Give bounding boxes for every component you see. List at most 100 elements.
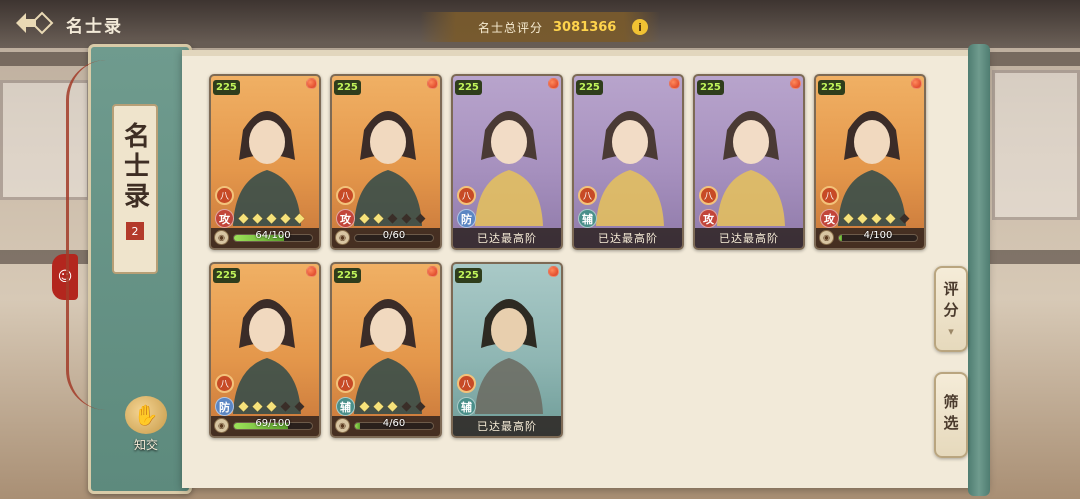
hero-card[interactable]: 225 八攻 ◆ ◆ ◆ ◆ ◆ ◉ 0/60 <box>330 74 442 250</box>
level-badge: 225 <box>334 80 361 95</box>
star-filled-icon: ◆ <box>359 398 370 414</box>
max-rank-text: 已达最高阶 <box>598 232 658 245</box>
level-badge: 225 <box>213 80 240 95</box>
fragment-progress-text: 4/100 <box>863 230 893 241</box>
star-filled-icon: ◆ <box>857 210 868 226</box>
star-rating: ◆ ◆ ◆ ◆ ◆ <box>237 210 306 226</box>
fragment-icon: ◉ <box>335 230 350 245</box>
info-icon[interactable]: i <box>632 19 648 35</box>
filter-label: 筛选 <box>941 394 960 436</box>
top-bar: 名士录 名士总评分 3081366 i <box>0 0 1080 48</box>
star-empty-icon: ◆ <box>401 210 412 226</box>
hero-card[interactable]: 225 八辅已达最高阶 <box>572 74 684 250</box>
faction-emblem-icon: 八 <box>578 186 597 205</box>
max-rank-text: 已达最高阶 <box>477 420 537 433</box>
star-filled-icon: ◆ <box>238 398 249 414</box>
hero-portrait <box>233 299 301 414</box>
hero-card[interactable]: 225 八辅已达最高阶 <box>451 262 563 438</box>
banner-title: 名士录 <box>119 122 150 212</box>
card-status-bar: 已达最高阶 <box>453 416 561 436</box>
role-badge: 辅 <box>578 209 597 228</box>
notification-dot-icon <box>548 266 559 277</box>
level-badge: 225 <box>455 268 482 283</box>
banner-seal: 2 <box>126 222 144 240</box>
star-empty-icon: ◆ <box>415 398 426 414</box>
level-badge: 225 <box>576 80 603 95</box>
card-status-bar: 已达最高阶 <box>695 228 803 248</box>
scroll-rod <box>968 44 990 496</box>
hero-portrait <box>838 111 906 226</box>
level-badge: 225 <box>455 80 482 95</box>
faction-emblem-icon: 八 <box>215 186 234 205</box>
star-filled-icon: ◆ <box>359 210 370 226</box>
hero-portrait <box>354 299 422 414</box>
role-badge: 攻 <box>699 209 718 228</box>
faction-emblem-icon: 八 <box>457 186 476 205</box>
star-rating: ◆ ◆ ◆ ◆ ◆ <box>237 398 306 414</box>
fragment-progress-text: 4/60 <box>382 418 406 429</box>
fragment-progress-text: 69/100 <box>255 418 291 429</box>
faction-emblem-icon: 八 <box>820 186 839 205</box>
star-rating: ◆ ◆ ◆ ◆ ◆ <box>842 210 911 226</box>
fragment-icon: ◉ <box>335 418 350 433</box>
max-rank-text: 已达最高阶 <box>477 232 537 245</box>
sort-by-score-button[interactable]: 评分 ▾ <box>934 266 968 352</box>
zhijiao-button[interactable]: ✋ 知交 <box>118 396 174 456</box>
level-badge: 225 <box>213 268 240 283</box>
faction-emblem-icon: 八 <box>699 186 718 205</box>
background-window <box>992 70 1080 220</box>
role-badge: 攻 <box>336 209 355 228</box>
hero-card[interactable]: 225 八攻 ◆ ◆ ◆ ◆ ◆ ◉ 4/100 <box>814 74 926 250</box>
star-filled-icon: ◆ <box>266 210 277 226</box>
star-rating: ◆ ◆ ◆ ◆ ◆ <box>358 398 427 414</box>
faction-emblem-icon: 八 <box>336 374 355 393</box>
notification-dot-icon <box>548 78 559 89</box>
level-badge: 225 <box>818 80 845 95</box>
notification-dot-icon <box>790 78 801 89</box>
star-filled-icon: ◆ <box>373 398 384 414</box>
banner-tag: 名士录 2 <box>112 104 158 274</box>
handshake-icon: ✋ <box>125 396 167 434</box>
star-filled-icon: ◆ <box>238 210 249 226</box>
star-filled-icon: ◆ <box>885 210 896 226</box>
card-status-bar: 已达最高阶 <box>453 228 561 248</box>
max-rank-text: 已达最高阶 <box>719 232 779 245</box>
hero-card[interactable]: 225 八防 ◆ ◆ ◆ ◆ ◆ ◉ 69/100 <box>209 262 321 438</box>
page-title: 名士录 <box>66 17 123 37</box>
fragment-progress-text: 0/60 <box>382 230 406 241</box>
star-empty-icon: ◆ <box>415 210 426 226</box>
fragment-icon: ◉ <box>819 230 834 245</box>
hero-card[interactable]: 225 八防已达最高阶 <box>451 74 563 250</box>
hero-portrait <box>233 111 301 226</box>
hero-portrait <box>717 111 785 226</box>
star-filled-icon: ◆ <box>294 210 305 226</box>
star-filled-icon: ◆ <box>843 210 854 226</box>
back-arrow-icon <box>16 11 54 35</box>
star-empty-icon: ◆ <box>387 210 398 226</box>
fragment-progress-text: 64/100 <box>255 230 291 241</box>
fragment-icon: ◉ <box>214 230 229 245</box>
star-empty-icon: ◆ <box>899 210 910 226</box>
card-status-bar: ◉ 4/60 <box>332 416 440 436</box>
card-status-bar: ◉ 0/60 <box>332 228 440 248</box>
star-filled-icon: ◆ <box>373 210 384 226</box>
zhijiao-label: 知交 <box>133 438 158 452</box>
card-status-bar: ◉ 4/100 <box>816 228 924 248</box>
card-status-bar: ◉ 64/100 <box>211 228 319 248</box>
role-badge: 防 <box>215 397 234 416</box>
role-badge: 辅 <box>336 397 355 416</box>
hero-card[interactable]: 225 八辅 ◆ ◆ ◆ ◆ ◆ ◉ 4/60 <box>330 262 442 438</box>
notification-dot-icon <box>427 78 438 89</box>
chevron-down-icon: ▾ <box>948 324 954 338</box>
star-empty-icon: ◆ <box>280 398 291 414</box>
back-button[interactable] <box>8 6 60 40</box>
star-filled-icon: ◆ <box>387 398 398 414</box>
hero-card[interactable]: 225 八攻 ◆ ◆ ◆ ◆ ◆ ◉ 64/100 <box>209 74 321 250</box>
star-rating: ◆ ◆ ◆ ◆ ◆ <box>358 210 427 226</box>
hero-portrait <box>354 111 422 226</box>
role-badge: 辅 <box>457 397 476 416</box>
card-status-bar: ◉ 69/100 <box>211 416 319 436</box>
hero-card[interactable]: 225 八攻已达最高阶 <box>693 74 805 250</box>
filter-button[interactable]: 筛选 <box>934 372 968 458</box>
faction-emblem-icon: 八 <box>215 374 234 393</box>
